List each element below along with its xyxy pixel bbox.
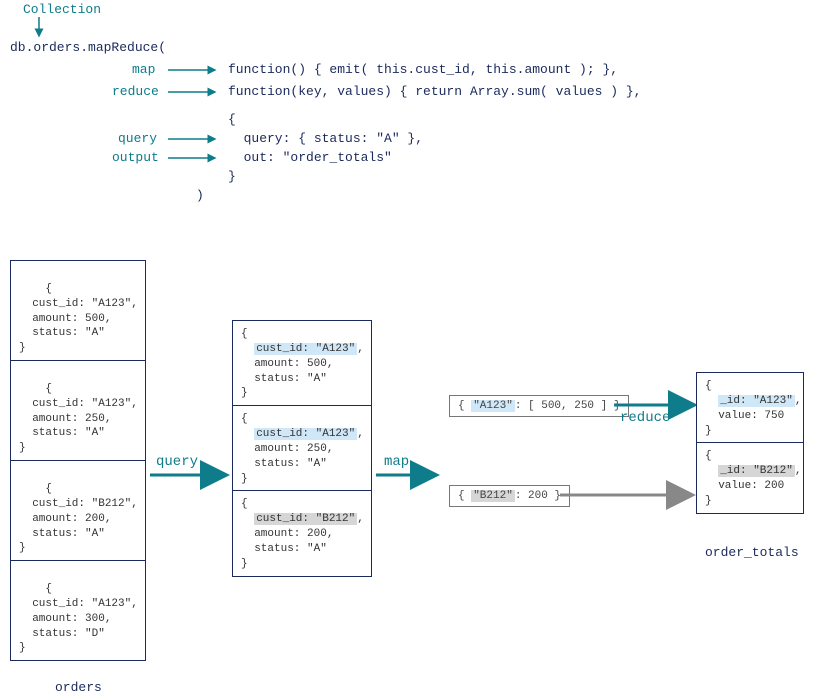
query-arrow-icon <box>148 445 230 485</box>
mapped-a: { "A123": [ 500, 250 ] } <box>449 395 629 417</box>
collection-arrow-icon <box>35 17 47 39</box>
code-line-obj-open: { <box>228 112 236 127</box>
annot-arrows-icon <box>160 58 220 178</box>
orders-caption: orders <box>55 680 102 695</box>
result-doc-0: { _id: "A123", value: 750 } <box>697 373 803 443</box>
filtered-doc-0: { cust_id: "A123", amount: 500, status: … <box>233 321 371 406</box>
orders-doc-3: { cust_id: "A123", amount: 300, status: … <box>11 561 145 660</box>
passthrough-arrow-icon <box>558 480 698 510</box>
code-line-close: ) <box>196 188 204 203</box>
annot-query: query <box>118 131 157 146</box>
code-line-query: query: { status: "A" }, <box>228 131 423 146</box>
result-caption: order_totals <box>705 545 799 560</box>
orders-collection: { cust_id: "A123", amount: 500, status: … <box>10 260 146 661</box>
filtered-collection: { cust_id: "A123", amount: 500, status: … <box>232 320 372 577</box>
result-doc-1: { _id: "B212", value: 200 } <box>697 443 803 512</box>
mapped-b: { "B212": 200 } <box>449 485 570 507</box>
code-line-reduce: function(key, values) { return Array.sum… <box>228 84 641 99</box>
code-line-map: function() { emit( this.cust_id, this.am… <box>228 62 618 77</box>
code-line-out: out: "order_totals" <box>228 150 392 165</box>
filtered-doc-1: { cust_id: "A123", amount: 250, status: … <box>233 406 371 491</box>
annot-map: map <box>132 62 155 77</box>
filtered-doc-2: { cust_id: "B212", amount: 200, status: … <box>233 491 371 575</box>
code-line-1: db.orders.mapReduce( <box>10 40 166 55</box>
collection-label: Collection <box>23 2 101 17</box>
reduce-arrow-icon <box>612 390 702 420</box>
map-arrow-icon <box>374 445 444 485</box>
result-collection: { _id: "A123", value: 750 } { _id: "B212… <box>696 372 804 514</box>
annot-reduce: reduce <box>112 84 159 99</box>
orders-doc-1: { cust_id: "A123", amount: 250, status: … <box>11 361 145 461</box>
code-line-obj-close: } <box>228 169 236 184</box>
orders-doc-0: { cust_id: "A123", amount: 500, status: … <box>11 261 145 361</box>
annot-output: output <box>112 150 159 165</box>
orders-doc-2: { cust_id: "B212", amount: 200, status: … <box>11 461 145 561</box>
